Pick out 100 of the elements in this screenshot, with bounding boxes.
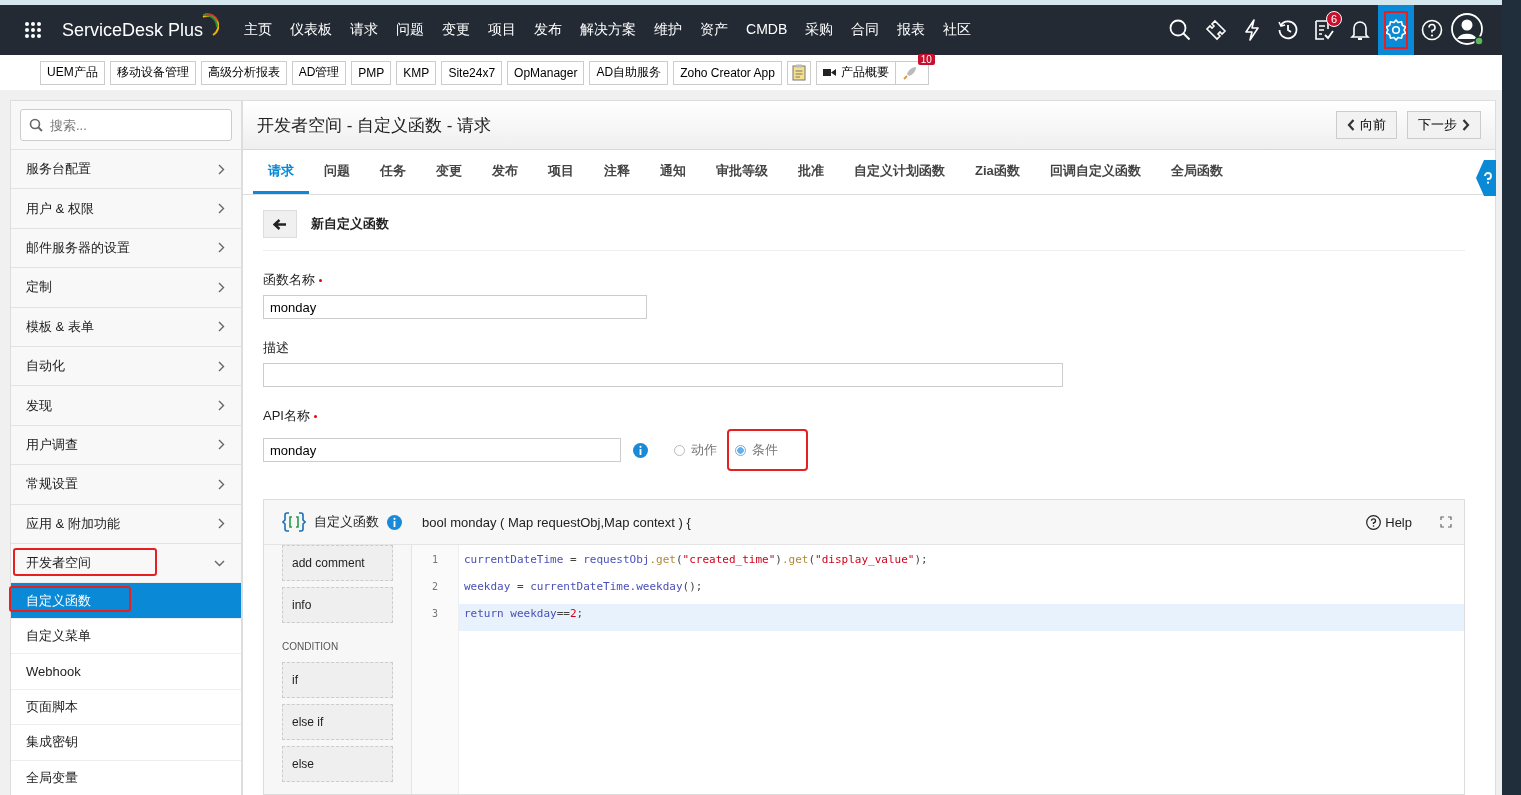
nav-link[interactable]: 变更 bbox=[433, 21, 480, 39]
chevron-right-icon bbox=[218, 400, 225, 412]
radio-option[interactable]: 条件 bbox=[729, 431, 806, 469]
palette-heading: CONDITION bbox=[282, 640, 340, 654]
input-field[interactable]: monday bbox=[263, 295, 647, 319]
toolbar-button[interactable]: 6 bbox=[1306, 5, 1342, 55]
sidebar-item[interactable]: 定制 bbox=[11, 267, 241, 307]
tab[interactable]: 问题 bbox=[309, 150, 365, 194]
next-button[interactable]: 下一步 bbox=[1407, 111, 1481, 139]
sidebar-item-label: 自动化 bbox=[26, 357, 65, 376]
quick-link-button[interactable]: Site24x7 bbox=[441, 60, 503, 85]
nav-link[interactable]: CMDB bbox=[737, 21, 797, 39]
nav-link[interactable]: 仪表板 bbox=[281, 21, 342, 39]
previous-button[interactable]: 向前 bbox=[1336, 111, 1397, 139]
tab[interactable]: 注释 bbox=[589, 150, 645, 194]
nav-link[interactable]: 请求 bbox=[341, 21, 388, 39]
nav-link[interactable]: 合同 bbox=[842, 21, 889, 39]
logo-swirl-icon bbox=[201, 13, 220, 37]
sidebar-item[interactable]: 常规设置 bbox=[11, 464, 241, 504]
sidebar-subitem[interactable]: 全局变量 bbox=[11, 759, 241, 795]
quick-link-button[interactable]: UEM产品 bbox=[40, 60, 105, 85]
sidebar-subitem-label: 集成密钥 bbox=[26, 733, 78, 752]
rocket-icon bbox=[901, 64, 918, 81]
tab[interactable]: 全局函数 bbox=[1155, 150, 1238, 194]
sidebar-subitem[interactable]: 页面脚本 bbox=[11, 688, 241, 725]
quick-link-button[interactable]: AD自助服务 bbox=[589, 60, 669, 85]
sidebar-item[interactable]: 服务台配置 bbox=[11, 149, 241, 189]
sidebar-item-label: 服务台配置 bbox=[26, 160, 91, 179]
apps-grid-icon[interactable] bbox=[24, 21, 42, 39]
help-icon bbox=[1366, 514, 1382, 530]
nav-link[interactable]: 报表 bbox=[888, 21, 935, 39]
nav-link[interactable]: 解决方案 bbox=[571, 21, 646, 39]
chevron-right-icon bbox=[218, 163, 225, 175]
tab[interactable]: 批准 bbox=[783, 150, 839, 194]
product-overview-button[interactable]: 产品概要 bbox=[815, 60, 895, 85]
help-tab[interactable] bbox=[1476, 160, 1496, 196]
info-icon bbox=[633, 442, 648, 458]
sidebar-subitem-label: 页面脚本 bbox=[26, 697, 78, 716]
quick-link-button[interactable]: 移动设备管理 bbox=[109, 60, 196, 85]
tab[interactable]: 通知 bbox=[645, 150, 701, 194]
settings-icon bbox=[1384, 18, 1408, 42]
input-field[interactable]: monday bbox=[263, 438, 621, 462]
sidebar-item[interactable]: 模板 & 表单 bbox=[11, 306, 241, 346]
quick-link-button[interactable]: OpManager bbox=[507, 60, 585, 85]
nav-link[interactable]: 主页 bbox=[235, 21, 282, 39]
sidebar-subitem[interactable]: 集成密钥 bbox=[11, 724, 241, 760]
tab[interactable]: Zia函数 bbox=[960, 150, 1035, 194]
tab[interactable]: 回调自定义函数 bbox=[1034, 150, 1156, 194]
chevron-right-icon bbox=[218, 281, 225, 293]
chevron-right-icon bbox=[218, 321, 225, 333]
quick-link-button[interactable]: PMP bbox=[351, 60, 392, 85]
snippet-item[interactable]: else bbox=[282, 746, 393, 782]
nav-link[interactable]: 资产 bbox=[691, 21, 738, 39]
sidebar-subitem-label: 自定义菜单 bbox=[26, 626, 91, 645]
sidebar-item[interactable]: 邮件服务器的设置 bbox=[11, 227, 241, 268]
snippet-item[interactable]: add comment bbox=[282, 545, 393, 581]
radio-button[interactable] bbox=[735, 444, 746, 456]
sidebar-item[interactable]: 自动化 bbox=[11, 345, 241, 386]
video-camera-icon bbox=[822, 68, 836, 77]
search-field[interactable]: 搜索... bbox=[20, 109, 232, 141]
snippet-item[interactable]: else if bbox=[282, 704, 393, 740]
radio-option[interactable]: 动作 bbox=[668, 431, 725, 469]
quick-link-button[interactable]: Zoho Creator App bbox=[673, 60, 782, 85]
tab[interactable]: 发布 bbox=[477, 150, 533, 194]
quick-link-button[interactable]: 高级分析报表 bbox=[200, 60, 287, 85]
nav-link[interactable]: 采购 bbox=[796, 21, 843, 39]
sidebar-subitem-label: 全局变量 bbox=[26, 768, 78, 787]
sidebar-subitem[interactable]: 自定义函数 bbox=[11, 582, 241, 618]
nav-link[interactable]: 社区 bbox=[934, 21, 981, 39]
back-button[interactable] bbox=[263, 210, 297, 238]
nav-link[interactable]: 维护 bbox=[645, 21, 692, 39]
snippet-item[interactable]: info bbox=[282, 587, 393, 623]
sidebar-item[interactable]: 发现 bbox=[11, 385, 241, 425]
sidebar-subitem[interactable]: Webhook bbox=[11, 653, 241, 689]
nav-link[interactable]: 发布 bbox=[525, 21, 572, 39]
quick-link-button[interactable]: KMP bbox=[396, 60, 437, 85]
clipboard-icon bbox=[791, 64, 806, 81]
tab[interactable]: 变更 bbox=[421, 150, 477, 194]
sidebar-item[interactable]: 用户调查 bbox=[11, 424, 241, 465]
snippet-item[interactable]: if bbox=[282, 662, 393, 698]
nav-link[interactable]: 问题 bbox=[387, 21, 434, 39]
fullscreen-icon[interactable] bbox=[1440, 516, 1452, 528]
tab[interactable]: 审批等级 bbox=[701, 150, 783, 194]
help-link[interactable]: Help bbox=[1366, 514, 1412, 530]
tab[interactable]: 自定义计划函数 bbox=[839, 150, 960, 194]
input-field[interactable] bbox=[263, 363, 1063, 387]
sidebar-subitem-label: Webhook bbox=[26, 663, 81, 679]
nav-link[interactable]: 项目 bbox=[479, 21, 526, 39]
code-line: weekday = currentDateTime.weekday(); bbox=[463, 579, 704, 595]
help-icon bbox=[1483, 172, 1493, 184]
product-logo[interactable]: ServiceDesk Plus bbox=[62, 19, 204, 41]
tab[interactable]: 项目 bbox=[533, 150, 589, 194]
sidebar-item[interactable]: 用户 & 权限 bbox=[11, 188, 241, 228]
braces-icon bbox=[282, 510, 306, 534]
sidebar-item[interactable]: 应用 & 附加功能 bbox=[11, 503, 241, 543]
tab[interactable]: 任务 bbox=[365, 150, 421, 194]
sidebar-subitem[interactable]: 自定义菜单 bbox=[11, 617, 241, 654]
sidebar-subitem-label: 自定义函数 bbox=[26, 591, 91, 610]
tab[interactable]: 请求 bbox=[253, 150, 309, 194]
quick-link-button[interactable]: AD管理 bbox=[291, 60, 347, 85]
